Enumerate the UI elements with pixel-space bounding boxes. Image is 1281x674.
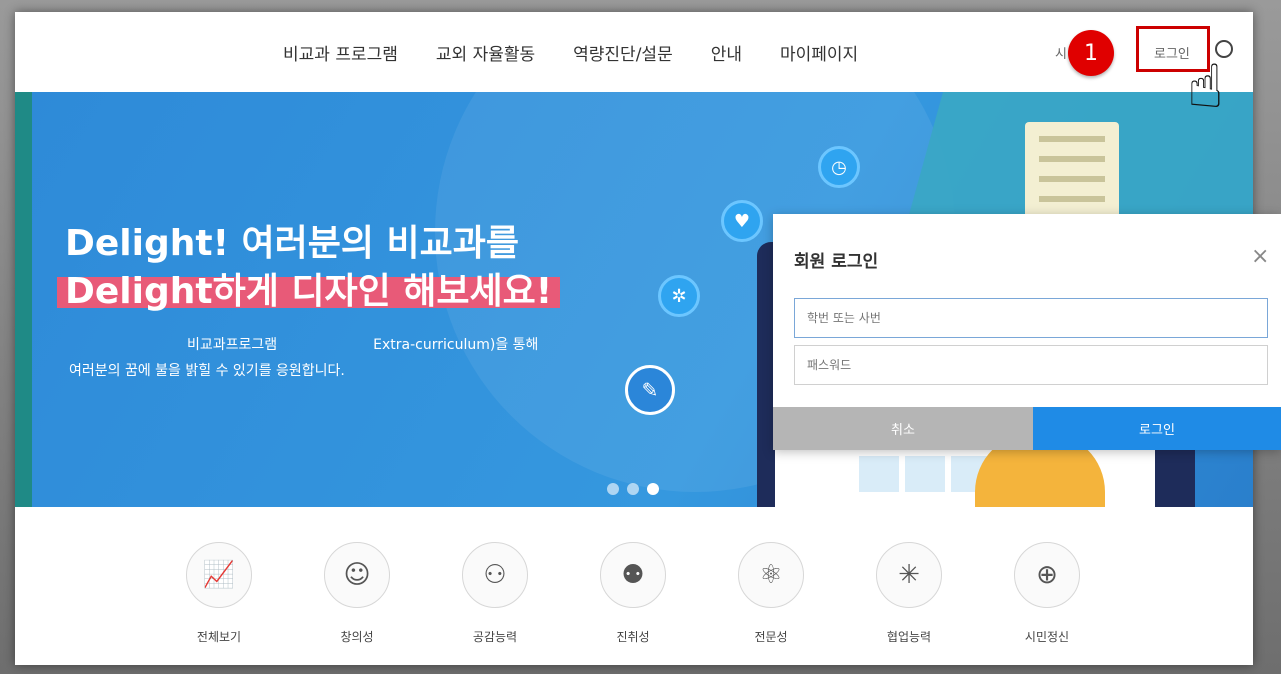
network-icon: ✳ [876,542,942,608]
hero-title-line1: Delight! 여러분의 비교과를 [65,223,520,264]
student-id-input[interactable] [794,298,1268,338]
slide-dot-3[interactable] [647,483,659,495]
category-expertise[interactable]: ⚛ 전문성 [737,542,805,645]
nav-item-guide[interactable]: 안내 [711,40,742,65]
hero-left-stripe [15,92,32,507]
hero-sub-line2: 여러분의 꿈에 불을 밝힐 수 있기를 응원합니다. [69,363,345,379]
head-icon: ☺ [324,542,390,608]
hero-sub-left: 비교과프로그램 [187,337,278,353]
hero-subtitle: 비교과프로그램 Extra-curriculum)을 통해 여러분의 꿈에 불을 … [69,332,538,384]
modal-title: 회원 로그인 [794,252,879,272]
category-all[interactable]: 📈 전체보기 [185,542,253,645]
nav-item-external[interactable]: 교외 자율활동 [436,40,535,65]
main-nav: 비교과 프로그램 교외 자율활동 역량진단/설문 안내 마이페이지 [283,40,896,65]
heart-icon: ♥ [721,200,763,242]
category-citizenship[interactable]: ⊕ 시민정신 [1013,542,1081,645]
slide-pagination [607,483,659,495]
pencil-icon: ✎ [625,365,675,415]
slide-dot-1[interactable] [607,483,619,495]
category-empathy[interactable]: ⚇ 공감능력 [461,542,529,645]
step-badge: 1 [1068,30,1114,76]
nav-item-survey[interactable]: 역량진단/설문 [573,40,673,65]
login-modal: 회원 로그인 × 취소 로그인 [773,214,1281,450]
category-label: 협업능력 [886,630,932,644]
tap-hand-icon: ☝ [1187,52,1224,122]
group-icon: ⚉ [600,542,666,608]
team-icon: ⚇ [462,542,528,608]
nav-item-programs[interactable]: 비교과 프로그램 [283,40,398,65]
close-icon[interactable]: × [1251,244,1269,269]
category-label: 시민정신 [1024,630,1070,644]
gear-icon: ✲ [658,275,700,317]
category-creativity[interactable]: ☺ 창의성 [323,542,391,645]
password-input[interactable] [794,345,1268,385]
hero-title-line2: Delight하게 디자인 해보세요! [57,271,561,312]
category-label: 전체보기 [196,630,242,644]
competency-categories: 📈 전체보기 ☺ 창의성 ⚇ 공감능력 ⚉ 진취성 ⚛ 전문성 ✳ 협업능력 ⊕… [185,542,1185,662]
nav-item-mypage[interactable]: 마이페이지 [780,40,858,65]
category-label: 공감능력 [472,630,518,644]
category-collaboration[interactable]: ✳ 협업능력 [875,542,943,645]
slide-dot-2[interactable] [627,483,639,495]
category-initiative[interactable]: ⚉ 진취성 [599,542,667,645]
login-submit-button[interactable]: 로그인 [1033,407,1281,450]
globe-person-icon: ⊕ [1014,542,1080,608]
alarm-clock-icon: ◷ [818,146,860,188]
hero-title: Delight! 여러분의 비교과를 Delight하게 디자인 해보세요! [57,220,561,316]
chart-icon: 📈 [186,542,252,608]
atom-icon: ⚛ [738,542,804,608]
hero-sub-right: Extra-curriculum)을 통해 [373,337,539,353]
cancel-button[interactable]: 취소 [773,407,1033,450]
category-label: 창의성 [340,630,374,644]
category-label: 전문성 [754,630,788,644]
util-link[interactable]: 시 [1055,43,1067,62]
category-label: 진취성 [616,630,650,644]
